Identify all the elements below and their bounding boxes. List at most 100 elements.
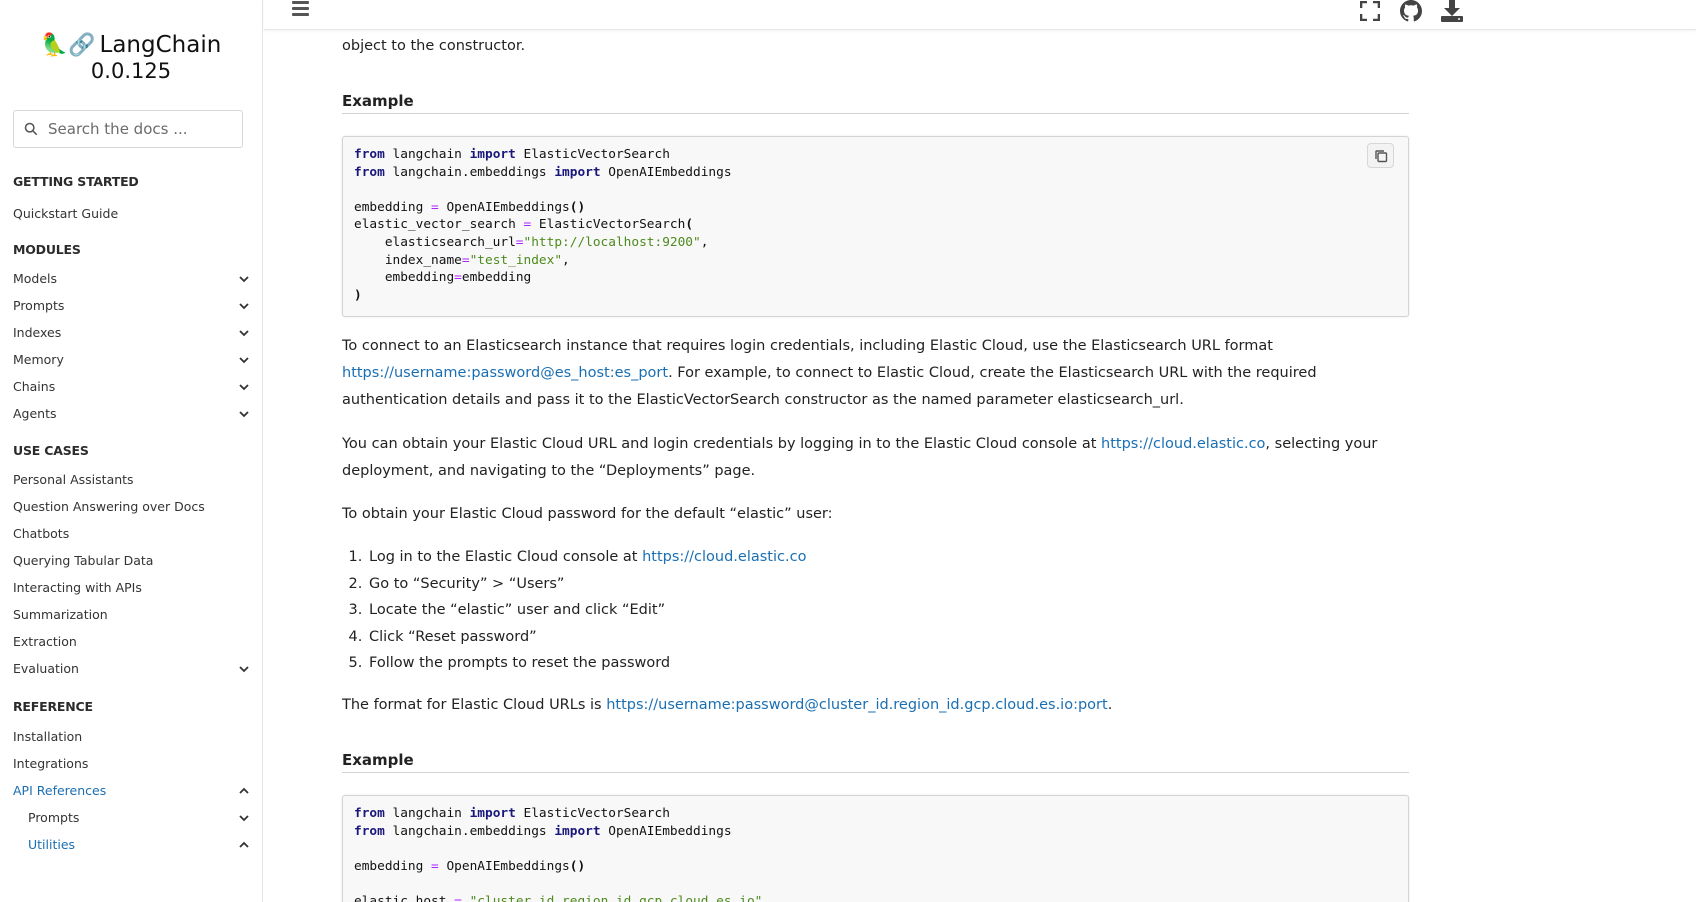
sidebar-item-agents[interactable]: Agents <box>13 404 251 424</box>
chevron-up-icon[interactable] <box>237 784 251 798</box>
brand-title[interactable]: 🦜🔗 LangChain <box>0 32 262 58</box>
top-bar <box>264 0 1696 30</box>
chevron-down-icon[interactable] <box>237 353 251 367</box>
sidebar-item-label: Personal Assistants <box>13 472 134 487</box>
search-box[interactable] <box>13 110 243 148</box>
sidebar-nav: GETTING STARTED Quickstart Guide MODULES… <box>13 172 251 855</box>
paragraph-text: To connect to an Elasticsearch instance … <box>342 338 1273 354</box>
sidebar-item-label: Prompts <box>13 298 65 313</box>
header-actions <box>1358 0 1464 22</box>
sidebar-item-chains[interactable]: Chains <box>13 377 251 397</box>
code-token: ( <box>685 217 694 233</box>
sidebar-item-label: Interacting with APIs <box>13 580 142 595</box>
sidebar-item-interacting-with-apis[interactable]: Interacting with APIs <box>13 578 251 598</box>
code-token: import <box>469 147 516 162</box>
sidebar-item-prompts[interactable]: Prompts <box>13 296 251 316</box>
code-token: embedding <box>354 199 432 215</box>
paragraph-cloud-url: You can obtain your Elastic Cloud URL an… <box>342 431 1409 485</box>
code-token: ElasticVectorSearch <box>531 217 686 233</box>
code-token: langchain.embeddings <box>384 164 555 180</box>
code-token: () <box>569 199 586 215</box>
sidebar-item-integrations[interactable]: Integrations <box>13 754 251 774</box>
sidebar-item-label: API References <box>13 783 107 798</box>
download-icon[interactable] <box>1440 0 1464 22</box>
code-token: = <box>461 252 470 268</box>
chevron-down-icon[interactable] <box>237 272 251 286</box>
sidebar-item-evaluation[interactable]: Evaluation <box>13 659 251 679</box>
sidebar-item-querying-tabular-data[interactable]: Querying Tabular Data <box>13 551 251 571</box>
link-cloud-elastic[interactable]: https://cloud.elastic.co <box>1101 436 1265 452</box>
code-token: OpenAIEmbeddings <box>438 858 570 874</box>
code-token: import <box>554 823 601 839</box>
sidebar-item-label: Summarization <box>13 607 108 622</box>
search-input[interactable] <box>48 120 228 138</box>
intro-tail-text: object to the constructor. <box>342 38 526 54</box>
code-token: , <box>700 234 709 250</box>
code-token: from <box>354 147 385 162</box>
sidebar-item-label: Question Answering over Docs <box>13 499 205 514</box>
steps-list: Log in to the Elastic Cloud console at h… <box>367 544 806 677</box>
code-token: embedding <box>354 858 432 874</box>
chevron-down-icon[interactable] <box>237 326 251 340</box>
sidebar-item-indexes[interactable]: Indexes <box>13 323 251 343</box>
sidebar-item-label: Models <box>13 271 58 286</box>
sidebar-item-summarization[interactable]: Summarization <box>13 605 251 625</box>
sidebar-item-label: Memory <box>13 352 64 367</box>
code-block[interactable]: from langchain import ElasticVectorSearc… <box>342 795 1409 902</box>
code-token: = <box>454 270 462 286</box>
nav-caption-reference: REFERENCE <box>13 699 93 714</box>
chevron-down-icon[interactable] <box>237 662 251 676</box>
sidebar-subitem-utilities[interactable]: Utilities <box>13 835 251 855</box>
code-token: = <box>431 199 439 215</box>
nav-caption-getting-started: GETTING STARTED <box>13 174 139 189</box>
sidebar-item-label: Querying Tabular Data <box>13 553 154 568</box>
sidebar-item-quickstart-guide[interactable]: Quickstart Guide <box>13 204 251 224</box>
list-item: Locate the “elastic” user and click “Edi… <box>367 597 806 624</box>
list-item: Go to “Security” > “Users” <box>367 571 806 598</box>
code-token: elasticsearch_url <box>354 234 516 250</box>
sidebar-item-memory[interactable]: Memory <box>13 350 251 370</box>
fullscreen-icon[interactable] <box>1358 0 1382 22</box>
sidebar-item-chatbots[interactable]: Chatbots <box>13 524 251 544</box>
link-cloud-url-format[interactable]: https://username:password@cluster_id.reg… <box>606 697 1108 713</box>
example-heading: Example <box>342 751 1409 773</box>
code-token: "test_index" <box>469 252 563 268</box>
step-text: Log in to the Elastic Cloud console at <box>369 549 643 565</box>
sidebar-item-label: Evaluation <box>13 661 79 676</box>
code-token: elastic_host <box>354 893 455 902</box>
copy-icon <box>1374 149 1387 162</box>
code-token: index_name <box>354 252 462 268</box>
code-token: "http://localhost:9200" <box>523 234 701 250</box>
github-icon[interactable] <box>1399 0 1423 22</box>
code-token: ElasticVectorSearch <box>515 147 670 162</box>
code-token: "cluster_id.region_id.gcp.cloud.es.io" <box>461 893 763 902</box>
paragraph-credentials: To connect to an Elasticsearch instance … <box>342 333 1409 414</box>
brand-name[interactable]: LangChain <box>100 32 222 58</box>
chevron-down-icon[interactable] <box>237 299 251 313</box>
chevron-down-icon[interactable] <box>237 811 251 825</box>
chevron-up-icon[interactable] <box>237 838 251 852</box>
link-cloud-elastic[interactable]: https://cloud.elastic.co <box>642 549 806 565</box>
hamburger-icon[interactable] <box>289 0 313 20</box>
sidebar-item-installation[interactable]: Installation <box>13 727 251 747</box>
sidebar-item-extraction[interactable]: Extraction <box>13 632 251 652</box>
sidebar-item-label: Chatbots <box>13 526 70 541</box>
code-token: , <box>562 252 570 268</box>
code-token: OpenAIEmbeddings <box>600 164 732 180</box>
paragraph-password-intro: To obtain your Elastic Cloud password fo… <box>342 506 833 522</box>
sidebar-item-question-answering[interactable]: Question Answering over Docs <box>13 497 251 517</box>
chevron-down-icon[interactable] <box>237 407 251 421</box>
copy-button[interactable] <box>1367 143 1394 168</box>
sidebar-item-models[interactable]: Models <box>13 269 251 289</box>
link-es-url-format[interactable]: https://username:password@es_host:es_por… <box>342 365 668 381</box>
nav-caption-modules: MODULES <box>13 242 81 257</box>
sidebar-item-api-references[interactable]: API References <box>13 781 251 801</box>
brand[interactable]: 🦜🔗 LangChain 0.0.125 <box>0 0 262 98</box>
code-block[interactable]: from langchain import ElasticVectorSearc… <box>342 136 1409 317</box>
nav-caption-use-cases: USE CASES <box>13 443 89 458</box>
search-icon <box>24 122 38 136</box>
code-token: langchain <box>384 147 470 162</box>
chevron-down-icon[interactable] <box>237 380 251 394</box>
sidebar-subitem-prompts[interactable]: Prompts <box>13 808 251 828</box>
sidebar-item-personal-assistants[interactable]: Personal Assistants <box>13 470 251 490</box>
